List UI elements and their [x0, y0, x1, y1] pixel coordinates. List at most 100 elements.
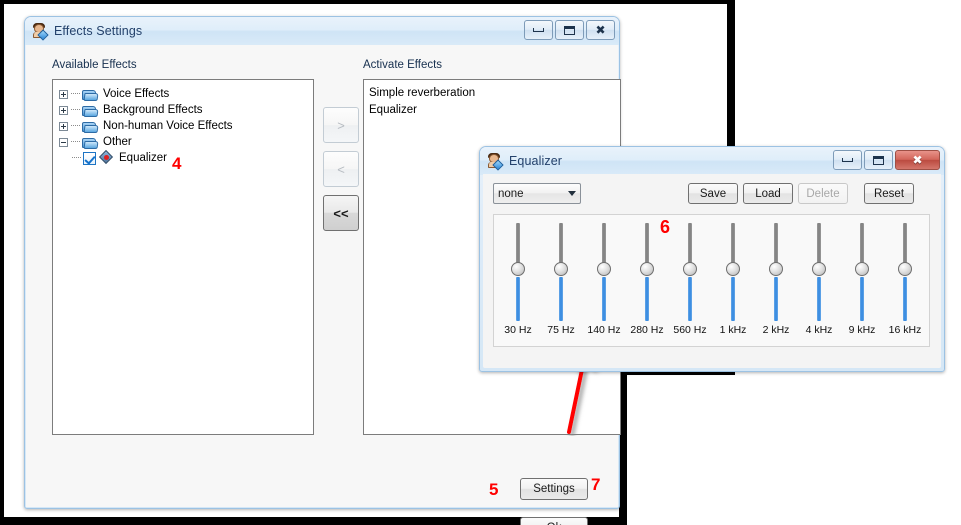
- band-75hz[interactable]: 75 Hz: [541, 221, 581, 336]
- slider-track-lower: [602, 277, 606, 321]
- activate-effects-label: Activate Effects: [363, 59, 443, 71]
- slider-thumb[interactable]: [769, 262, 783, 276]
- reset-preset-button[interactable]: Reset: [864, 183, 914, 204]
- effects-titlebar[interactable]: Effects Settings ✖: [25, 17, 619, 45]
- tree-connector: [71, 93, 80, 95]
- annotation-4: 4: [172, 154, 182, 173]
- effects-window-buttons: ✖: [524, 20, 615, 40]
- slider-track-lower: [688, 277, 692, 321]
- band-slider[interactable]: [885, 221, 925, 321]
- available-effects-tree[interactable]: Voice Effects Background Effects Non-hum…: [52, 79, 314, 435]
- tree-item-other[interactable]: Other: [59, 134, 309, 150]
- folder-icon: [82, 136, 99, 149]
- slider-thumb[interactable]: [683, 262, 697, 276]
- slider-thumb[interactable]: [855, 262, 869, 276]
- band-label: 2 kHz: [762, 324, 790, 336]
- list-item[interactable]: Equalizer: [369, 102, 620, 119]
- move-left-button[interactable]: <: [323, 151, 359, 187]
- minimize-button[interactable]: [524, 20, 553, 40]
- screenshot-root: Effects Settings ✖ Available Effects Voi…: [0, 0, 961, 525]
- band-slider[interactable]: [670, 221, 710, 321]
- tree-item-label: Voice Effects: [103, 88, 170, 100]
- app-person-gem-icon: [32, 23, 49, 41]
- save-preset-button[interactable]: Save: [688, 183, 738, 204]
- list-item[interactable]: Simple reverberation: [369, 85, 620, 102]
- preset-dropdown[interactable]: none: [493, 183, 581, 204]
- band-4khz[interactable]: 4 kHz: [799, 221, 839, 336]
- tree-connector: [71, 109, 80, 111]
- slider-thumb[interactable]: [812, 262, 826, 276]
- band-1khz[interactable]: 1 kHz: [713, 221, 753, 336]
- move-right-button[interactable]: >: [323, 107, 359, 143]
- minimize-icon: [842, 158, 853, 162]
- band-label: 30 Hz: [504, 324, 532, 336]
- close-button[interactable]: ✖: [586, 20, 615, 40]
- band-slider[interactable]: [498, 221, 538, 321]
- band-slider[interactable]: [842, 221, 882, 321]
- slider-track-upper: [774, 223, 778, 267]
- expander-plus-icon[interactable]: [59, 89, 68, 99]
- folder-icon: [82, 120, 99, 133]
- slider-thumb[interactable]: [898, 262, 912, 276]
- band-140hz[interactable]: 140 Hz: [584, 221, 624, 336]
- slider-thumb[interactable]: [726, 262, 740, 276]
- band-30hz[interactable]: 30 Hz: [498, 221, 538, 336]
- chevron-down-icon: [568, 191, 576, 196]
- equalizer-titlebar[interactable]: Equalizer ✖: [480, 147, 944, 175]
- close-icon: ✖: [595, 23, 606, 37]
- tree-item-background-effects[interactable]: Background Effects: [59, 102, 309, 118]
- available-effects-label: Available Effects: [52, 59, 137, 71]
- slider-track-lower: [774, 277, 778, 321]
- band-16khz[interactable]: 16 kHz: [885, 221, 925, 336]
- equalizer-window: Equalizer ✖ none Save Load Delete Reset …: [479, 146, 945, 372]
- annotation-6: 6: [660, 217, 671, 237]
- band-label: 280 Hz: [630, 324, 664, 336]
- expander-plus-icon[interactable]: [59, 105, 68, 115]
- ok-button[interactable]: Ok: [520, 517, 588, 525]
- expander-minus-icon[interactable]: [59, 137, 68, 147]
- band-slider[interactable]: [713, 221, 753, 321]
- expander-plus-icon[interactable]: [59, 121, 68, 131]
- slider-track-lower: [516, 277, 520, 321]
- minimize-icon: [533, 28, 544, 32]
- tree-item-voice-effects[interactable]: Voice Effects: [59, 86, 309, 102]
- effects-window-title: Effects Settings: [54, 24, 143, 38]
- band-slider[interactable]: [756, 221, 796, 321]
- tree-item-non-human-voice-effects[interactable]: Non-human Voice Effects: [59, 118, 309, 134]
- slider-thumb[interactable]: [597, 262, 611, 276]
- maximize-button[interactable]: [864, 150, 893, 170]
- slider-thumb[interactable]: [640, 262, 654, 276]
- band-9khz[interactable]: 9 kHz: [842, 221, 882, 336]
- move-all-left-button[interactable]: <<: [323, 195, 359, 231]
- annotation-7: 7: [591, 475, 601, 494]
- slider-track-lower: [860, 277, 864, 321]
- band-label: 140 Hz: [587, 324, 621, 336]
- effect-diamond-icon: [100, 151, 114, 165]
- close-button[interactable]: ✖: [895, 150, 940, 170]
- delete-preset-button: Delete: [798, 183, 848, 204]
- slider-track-upper: [817, 223, 821, 267]
- maximize-button[interactable]: [555, 20, 584, 40]
- band-slider[interactable]: [799, 221, 839, 321]
- load-preset-button[interactable]: Load: [743, 183, 793, 204]
- slider-thumb[interactable]: [554, 262, 568, 276]
- minimize-button[interactable]: [833, 150, 862, 170]
- band-560hz[interactable]: 560 Hz: [670, 221, 710, 336]
- tree-connector: [71, 125, 80, 127]
- band-label: 560 Hz: [673, 324, 707, 336]
- slider-track-upper: [903, 223, 907, 267]
- folder-icon: [82, 104, 99, 117]
- band-slider[interactable]: [541, 221, 581, 321]
- maximize-icon: [873, 155, 884, 165]
- band-280hz[interactable]: 280 Hz: [627, 221, 667, 336]
- slider-track-upper: [731, 223, 735, 267]
- slider-thumb[interactable]: [511, 262, 525, 276]
- equalizer-window-title: Equalizer: [509, 154, 563, 168]
- band-label: 4 kHz: [805, 324, 833, 336]
- band-2khz[interactable]: 2 kHz: [756, 221, 796, 336]
- settings-button[interactable]: Settings: [520, 478, 588, 500]
- tree-item-equalizer[interactable]: Equalizer: [59, 150, 309, 166]
- equalizer-checkbox[interactable]: [83, 151, 96, 165]
- band-slider[interactable]: [584, 221, 624, 321]
- band-label: 75 Hz: [547, 324, 575, 336]
